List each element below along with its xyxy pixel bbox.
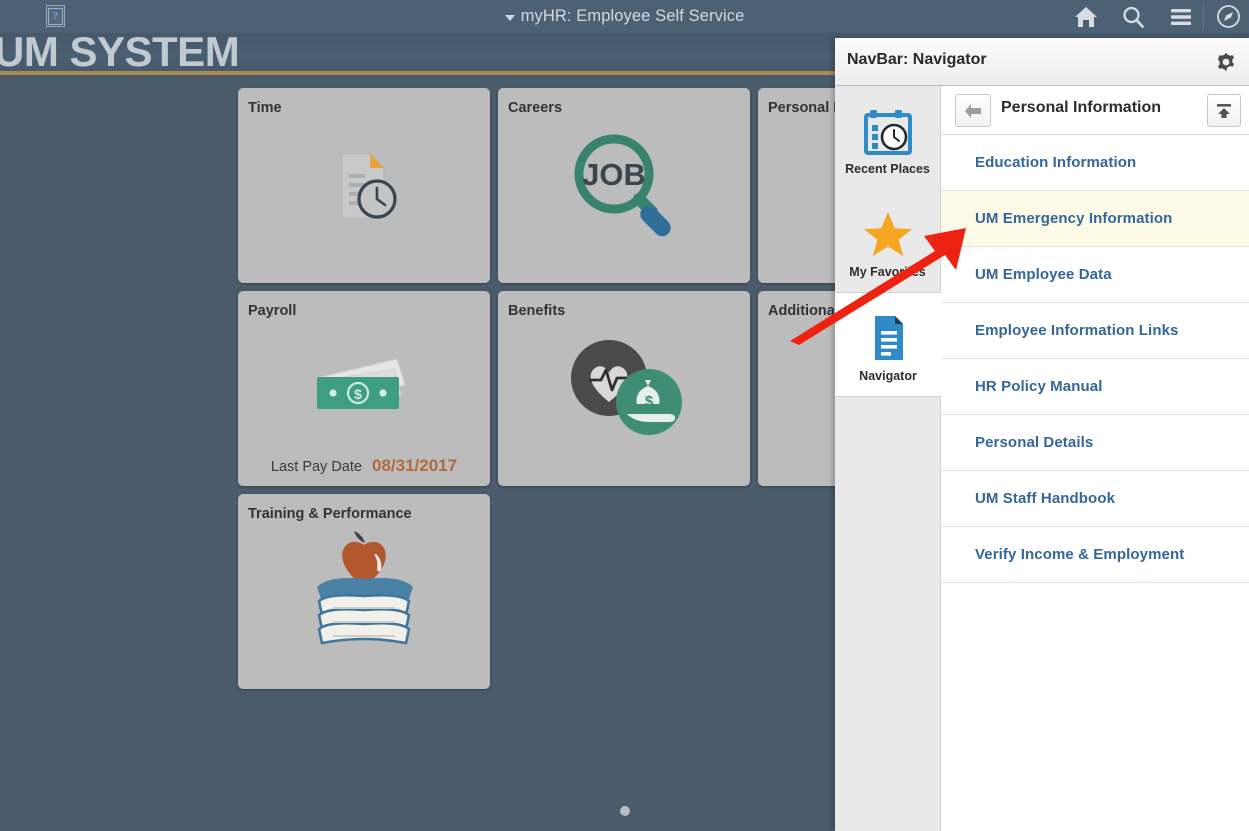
page-title: myHR: Employee Self Service <box>520 7 745 25</box>
nav-item-label: Employee Information Links <box>975 322 1179 339</box>
actions-list-icon[interactable] <box>1159 0 1203 33</box>
page-title-dropdown[interactable]: myHR: Employee Self Service <box>0 0 1249 33</box>
go-to-top-icon[interactable] <box>1207 94 1241 127</box>
nav-item-label: UM Staff Handbook <box>975 490 1116 507</box>
svg-text:$: $ <box>354 386 362 402</box>
banner-title: UM SYSTEM <box>0 33 240 73</box>
nav-item-verify-income-employment[interactable]: Verify Income & Employment <box>941 527 1249 583</box>
breadcrumb-title: Personal Information <box>1001 99 1162 116</box>
navbar-panel: NavBar: Navigator Recent Places My Favor… <box>835 38 1249 831</box>
nav-item-label: Verify Income & Employment <box>975 546 1185 563</box>
nav-item-label: UM Employee Data <box>975 266 1112 283</box>
svg-text:$: $ <box>645 393 654 410</box>
money-bills-icon: $ <box>238 317 490 457</box>
chevron-down-icon <box>504 14 515 21</box>
nav-item-label: Personal Details <box>975 434 1094 451</box>
books-apple-icon <box>238 524 490 674</box>
star-icon <box>861 203 915 259</box>
tile-row: Time Careers JOB Personal I <box>238 88 1010 291</box>
top-header-bar: ? myHR: Employee Self Service <box>0 0 1249 33</box>
navigator-list: Personal Information Education Informati… <box>941 86 1249 831</box>
rail-item-my-favorites[interactable]: My Favorites <box>835 189 940 292</box>
navbar-panel-body: Recent Places My Favorites Navigator Per… <box>835 86 1249 831</box>
tile-row: Training & Performance <box>238 494 858 697</box>
document-lines-icon <box>861 307 915 363</box>
breadcrumb: Personal Information <box>941 86 1249 135</box>
tile-title: Personal I <box>768 100 838 116</box>
document-clock-icon <box>238 114 490 254</box>
nav-item-label: Education Information <box>975 154 1137 171</box>
nav-item-education-information[interactable]: Education Information <box>941 135 1249 191</box>
tile-footer: Last Pay Date 08/31/2017 <box>238 456 490 476</box>
rail-item-label: Navigator <box>859 368 917 383</box>
nav-item-um-employee-data[interactable]: UM Employee Data <box>941 247 1249 303</box>
tile-benefits[interactable]: Benefits $ <box>498 291 750 486</box>
nav-item-um-staff-handbook[interactable]: UM Staff Handbook <box>941 471 1249 527</box>
tile-row: Payroll $ Last Pay Date 08/31/2017 Benef… <box>238 291 1010 494</box>
pagination-dot[interactable] <box>620 806 630 816</box>
tile-payroll[interactable]: Payroll $ Last Pay Date 08/31/2017 <box>238 291 490 486</box>
back-arrow-icon[interactable] <box>955 94 991 127</box>
last-pay-date-label: Last Pay Date <box>270 459 362 475</box>
navbar-compass-icon[interactable] <box>1206 0 1249 33</box>
rail-item-navigator[interactable]: Navigator <box>835 292 941 397</box>
nav-item-um-emergency-information[interactable]: UM Emergency Information <box>941 191 1249 247</box>
search-icon[interactable] <box>1111 0 1155 33</box>
home-icon[interactable] <box>1064 0 1108 33</box>
nav-item-hr-policy-manual[interactable]: HR Policy Manual <box>941 359 1249 415</box>
job-magnifier-icon: JOB <box>498 114 750 254</box>
navbar-panel-header: NavBar: Navigator <box>835 38 1249 86</box>
homepage-tile-grid: Time Careers JOB Personal I Payroll $ La… <box>238 88 1010 697</box>
gear-icon[interactable] <box>1211 47 1241 77</box>
nav-item-personal-details[interactable]: Personal Details <box>941 415 1249 471</box>
tile-careers[interactable]: Careers JOB <box>498 88 750 283</box>
tile-title: Training & Performance <box>248 506 412 522</box>
rail-item-recent-places[interactable]: Recent Places <box>835 86 940 189</box>
nav-item-label: HR Policy Manual <box>975 378 1103 395</box>
toolbar-divider <box>1203 4 1204 29</box>
tile-title: Additiona <box>768 303 835 319</box>
svg-text:JOB: JOB <box>582 157 646 192</box>
tile-time[interactable]: Time <box>238 88 490 283</box>
tile-training-performance[interactable]: Training & Performance <box>238 494 490 689</box>
rail-item-label: My Favorites <box>849 264 926 279</box>
navbar-panel-title: NavBar: Navigator <box>847 51 987 68</box>
navbar-rail: Recent Places My Favorites Navigator <box>835 86 941 831</box>
calendar-clock-icon <box>861 100 915 156</box>
heart-moneybag-icon: $ <box>498 317 750 457</box>
nav-item-employee-information-links[interactable]: Employee Information Links <box>941 303 1249 359</box>
nav-item-label: UM Emergency Information <box>975 210 1173 227</box>
last-pay-date-value: 08/31/2017 <box>372 456 458 475</box>
rail-item-label: Recent Places <box>845 161 930 176</box>
